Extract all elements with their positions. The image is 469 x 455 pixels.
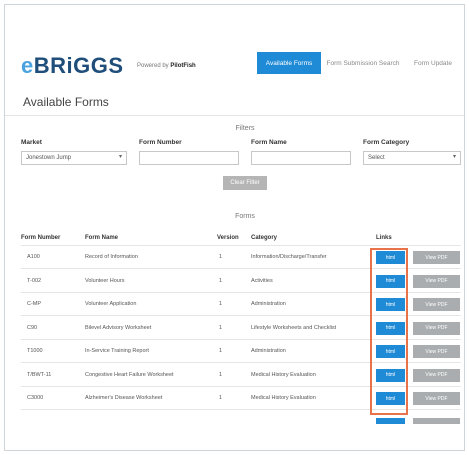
category-cell: Information/Discharge/Transfer <box>251 254 327 260</box>
form-number-cell: C90 <box>27 324 38 331</box>
market-label: Market <box>21 139 42 146</box>
form-number-cell: T-002 <box>27 277 42 284</box>
clear-filter-button[interactable]: Clear Filter <box>223 176 267 190</box>
version-cell: 1 <box>219 301 223 307</box>
version-cell: 1 <box>219 371 223 378</box>
nav-form-update[interactable]: Form Update <box>405 52 461 74</box>
chevron-down-icon: ▾ <box>452 154 456 160</box>
form-name-label: Form Name <box>251 139 287 146</box>
form-number-cell: T/BWT-11 <box>27 371 52 378</box>
app-window: eBRiGGS Powered by PilotFish Available F… <box>4 4 465 451</box>
view-pdf-button[interactable]: View PDF <box>413 345 460 358</box>
version-cell: 1 <box>219 277 223 284</box>
column-header-category: Category <box>251 235 278 241</box>
form-name-input[interactable] <box>251 151 351 165</box>
divider <box>5 115 464 116</box>
column-header-version: Version <box>217 235 239 241</box>
form-category-label: Form Category <box>363 139 410 146</box>
column-header-links: Links <box>376 235 392 241</box>
filters-heading: Filters <box>235 125 255 132</box>
forms-heading: Forms <box>235 213 255 220</box>
category-cell: Administration <box>251 301 286 307</box>
logo-text: BRiGGS <box>33 53 124 78</box>
logo-e: e <box>21 53 34 78</box>
version-cell: 1 <box>219 348 223 354</box>
form-category-select[interactable]: Select ▾ <box>363 151 461 165</box>
form-name-cell: Bilevel Advisory Worksheet <box>85 324 152 331</box>
view-pdf-button[interactable]: View PDF <box>413 298 460 311</box>
powered-brand: PilotFish <box>170 63 196 69</box>
column-header-form-number: Form Number <box>21 235 61 241</box>
form-name-cell: Volunteer Hours <box>85 277 125 284</box>
powered-prefix: Powered by <box>137 63 169 69</box>
nav-available-forms[interactable]: Available Forms <box>257 52 321 74</box>
form-number-cell: C-MP <box>27 301 42 307</box>
version-cell: 1 <box>219 254 223 260</box>
view-pdf-button[interactable]: View PDF <box>413 392 460 405</box>
page-title: Available Forms <box>23 95 109 109</box>
category-cell: Activities <box>251 277 273 284</box>
form-number-cell: C3000 <box>27 395 44 401</box>
version-cell: 1 <box>219 324 223 331</box>
view-pdf-button[interactable]: View PDF <box>413 274 460 288</box>
market-select[interactable]: Jonestown Jump ▾ <box>21 151 127 165</box>
view-pdf-button[interactable]: View PDF <box>413 251 460 264</box>
market-value: Jonestown Jump <box>26 155 72 161</box>
version-cell: 1 <box>219 395 223 401</box>
form-name-cell: Record of Information <box>85 254 138 260</box>
powered-by: Powered by PilotFish <box>137 63 196 69</box>
form-name-cell: Congestive Heart Failure Worksheet <box>85 371 174 378</box>
category-cell: Medical History Evaluation <box>251 395 316 401</box>
ebriggs-logo[interactable]: eBRiGGS <box>21 53 124 79</box>
column-header-form-name: Form Name <box>85 235 119 241</box>
category-cell: Administration <box>251 348 286 354</box>
form-number-label: Form Number <box>139 139 182 146</box>
html-button-partial[interactable] <box>376 418 405 424</box>
form-name-cell: In-Service Training Report <box>85 348 149 354</box>
form-number-cell: T1000 <box>27 348 43 354</box>
links-highlight-box <box>370 248 408 415</box>
form-name-cell: Alzheimer's Disease Worksheet <box>85 395 163 401</box>
view-pdf-button[interactable]: View PDF <box>413 321 460 335</box>
category-cell: Medical History Evaluation <box>251 371 316 378</box>
form-name-cell: Volunteer Application <box>85 301 137 307</box>
category-cell: Lifestyle Worksheets and Checklist <box>251 324 337 331</box>
table-rule <box>21 245 461 246</box>
nav-form-submission-search[interactable]: Form Submission Search <box>323 52 403 74</box>
view-pdf-button-partial[interactable] <box>413 418 460 424</box>
form-number-cell: A100 <box>27 254 40 260</box>
view-pdf-button[interactable]: View PDF <box>413 368 460 382</box>
form-category-value: Select <box>368 155 385 161</box>
form-number-input[interactable] <box>139 151 239 165</box>
chevron-down-icon: ▾ <box>118 154 122 160</box>
